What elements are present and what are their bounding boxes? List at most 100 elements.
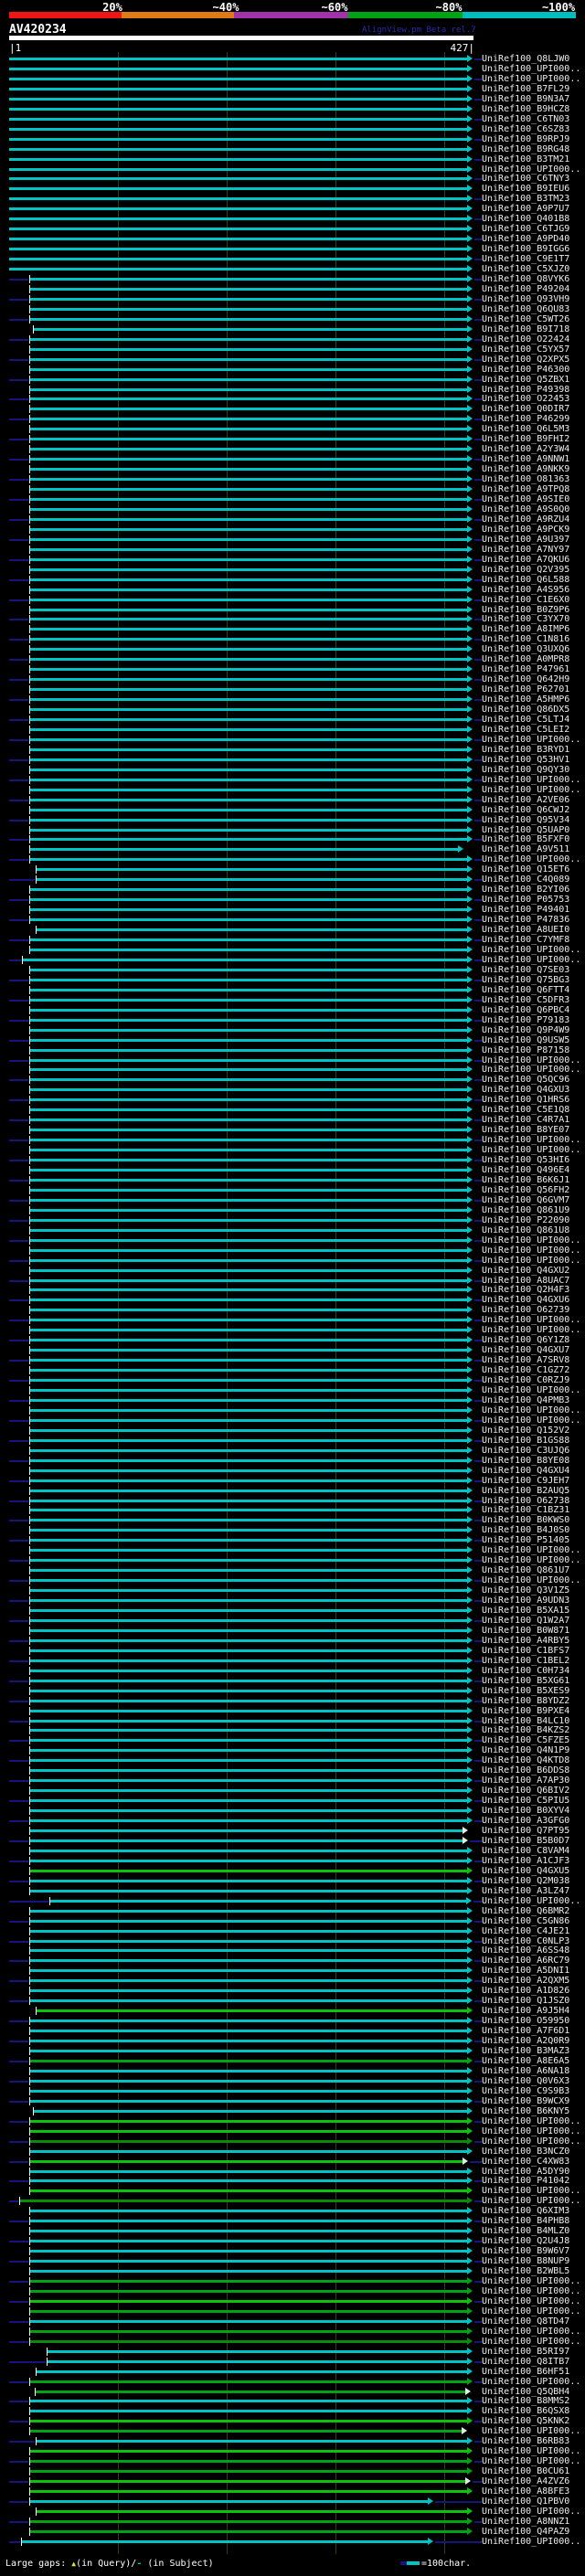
- hit-row[interactable]: UniRef100_UPI000..: [0, 2126, 585, 2136]
- hit-row[interactable]: UniRef100_A1CJF3: [0, 1856, 585, 1866]
- hit-row[interactable]: UniRef100_Q5UAP0: [0, 825, 585, 835]
- hit-row[interactable]: UniRef100_Q401B8: [0, 214, 585, 224]
- hit-row[interactable]: UniRef100_B6DDS8: [0, 1765, 585, 1776]
- hit-row[interactable]: UniRef100_B4LC10: [0, 1716, 585, 1726]
- hit-row[interactable]: UniRef100_B9IEU6: [0, 184, 585, 194]
- hit-row[interactable]: UniRef100_B6HF51: [0, 2367, 585, 2377]
- hit-row[interactable]: UniRef100_UPI000..: [0, 1065, 585, 1075]
- hit-row[interactable]: UniRef100_A1D826: [0, 1986, 585, 1996]
- hit-row[interactable]: UniRef100_C6SZ83: [0, 124, 585, 134]
- hit-row[interactable]: UniRef100_A4ZVZ6: [0, 2476, 585, 2486]
- hit-row[interactable]: UniRef100_UPI000..: [0, 2507, 585, 2517]
- hit-row[interactable]: UniRef100_UPI000..: [0, 1555, 585, 1565]
- hit-row[interactable]: UniRef100_Q9USW5: [0, 1035, 585, 1045]
- hit-row[interactable]: UniRef100_B4KZS2: [0, 1725, 585, 1735]
- hit-row[interactable]: UniRef100_UPI000..: [0, 1405, 585, 1415]
- hit-row[interactable]: UniRef100_A6NA18: [0, 2066, 585, 2076]
- hit-row[interactable]: UniRef100_A9RZU4: [0, 514, 585, 525]
- hit-row[interactable]: UniRef100_P79183: [0, 1015, 585, 1025]
- hit-row[interactable]: UniRef100_UPI000..: [0, 1256, 585, 1266]
- hit-row[interactable]: UniRef100_C3YX70: [0, 614, 585, 624]
- hit-row[interactable]: UniRef100_Q4GXU3: [0, 1085, 585, 1095]
- hit-row[interactable]: UniRef100_B0KWS0: [0, 1515, 585, 1525]
- hit-row[interactable]: UniRef100_P22090: [0, 1215, 585, 1225]
- hit-row[interactable]: UniRef100_C6TJG9: [0, 224, 585, 234]
- hit-row[interactable]: UniRef100_C5DFR3: [0, 995, 585, 1005]
- hit-row[interactable]: UniRef100_A5DNI1: [0, 1966, 585, 1976]
- hit-row[interactable]: UniRef100_Q6FTT4: [0, 985, 585, 995]
- hit-row[interactable]: UniRef100_A9U397: [0, 535, 585, 545]
- hit-row[interactable]: UniRef100_O62739: [0, 1305, 585, 1315]
- hit-row[interactable]: UniRef100_Q7SE03: [0, 965, 585, 975]
- hit-row[interactable]: UniRef100_C3UJQ6: [0, 1446, 585, 1456]
- hit-row[interactable]: UniRef100_Q6XIM3: [0, 2206, 585, 2216]
- hit-row[interactable]: UniRef100_Q642H9: [0, 674, 585, 684]
- hit-row[interactable]: UniRef100_O59950: [0, 2016, 585, 2026]
- hit-row[interactable]: UniRef100_P51405: [0, 1535, 585, 1545]
- hit-row[interactable]: UniRef100_B2AUQ5: [0, 1486, 585, 1496]
- hit-row[interactable]: UniRef100_C5XJZ0: [0, 264, 585, 274]
- hit-row[interactable]: UniRef100_B0Z9P6: [0, 605, 585, 615]
- hit-row[interactable]: UniRef100_B3MAZ3: [0, 2046, 585, 2056]
- hit-row[interactable]: UniRef100_C0NLP3: [0, 1936, 585, 1946]
- hit-row[interactable]: UniRef100_Q6L588: [0, 575, 585, 585]
- hit-row[interactable]: UniRef100_C9E1T7: [0, 254, 585, 264]
- hit-row[interactable]: UniRef100_B9RPJ9: [0, 134, 585, 144]
- hit-row[interactable]: UniRef100_UPI000..: [0, 2186, 585, 2196]
- hit-row[interactable]: UniRef100_UPI000..: [0, 945, 585, 955]
- hit-row[interactable]: UniRef100_Q95V34: [0, 815, 585, 825]
- hit-row[interactable]: UniRef100_Q4PMB3: [0, 1395, 585, 1405]
- hit-row[interactable]: UniRef100_C0H734: [0, 1666, 585, 1676]
- hit-row[interactable]: UniRef100_C4Q089: [0, 875, 585, 885]
- hit-row[interactable]: UniRef100_Q1W2A7: [0, 1616, 585, 1626]
- hit-row[interactable]: UniRef100_UPI000..: [0, 2377, 585, 2387]
- hit-row[interactable]: UniRef100_UPI000..: [0, 74, 585, 84]
- hit-row[interactable]: UniRef100_C0RZJ9: [0, 1375, 585, 1385]
- hit-row[interactable]: UniRef100_Q6QU83: [0, 304, 585, 314]
- hit-row[interactable]: UniRef100_A7AP30: [0, 1776, 585, 1786]
- hit-row[interactable]: UniRef100_B0XYV4: [0, 1806, 585, 1816]
- hit-row[interactable]: UniRef100_UPI000..: [0, 1246, 585, 1256]
- hit-row[interactable]: UniRef100_B5FXF0: [0, 834, 585, 844]
- hit-row[interactable]: UniRef100_A8IMP6: [0, 624, 585, 634]
- hit-row[interactable]: UniRef100_Q6Y1Z8: [0, 1335, 585, 1345]
- hit-row[interactable]: UniRef100_B5XES9: [0, 1686, 585, 1696]
- hit-row[interactable]: UniRef100_C9JEH7: [0, 1476, 585, 1486]
- hit-row[interactable]: UniRef100_Q2V395: [0, 565, 585, 575]
- hit-row[interactable]: UniRef100_O22453: [0, 394, 585, 404]
- hit-row[interactable]: UniRef100_B9RG48: [0, 144, 585, 154]
- hit-row[interactable]: UniRef100_A8BFE3: [0, 2486, 585, 2496]
- hit-row[interactable]: UniRef100_B1GS88: [0, 1436, 585, 1446]
- hit-row[interactable]: UniRef100_O62738: [0, 1496, 585, 1506]
- hit-row[interactable]: UniRef100_P87158: [0, 1045, 585, 1055]
- hit-row[interactable]: UniRef100_Q7PT95: [0, 1826, 585, 1836]
- hit-row[interactable]: UniRef100_C4R7A1: [0, 1115, 585, 1125]
- hit-row[interactable]: UniRef100_UPI000..: [0, 1545, 585, 1555]
- hit-row[interactable]: UniRef100_Q9QY30: [0, 765, 585, 775]
- hit-row[interactable]: UniRef100_Q6GVM7: [0, 1195, 585, 1205]
- hit-row[interactable]: UniRef100_Q5KNK2: [0, 2416, 585, 2426]
- hit-row[interactable]: UniRef100_P49401: [0, 905, 585, 915]
- hit-row[interactable]: UniRef100_C1BZ31: [0, 1505, 585, 1515]
- hit-row[interactable]: UniRef100_B9HCZ8: [0, 104, 585, 114]
- hit-row[interactable]: UniRef100_A9NKK9: [0, 464, 585, 474]
- hit-row[interactable]: UniRef100_B6K6J1: [0, 1175, 585, 1185]
- hit-row[interactable]: UniRef100_C1BFS7: [0, 1646, 585, 1656]
- hit-row[interactable]: UniRef100_UPI000..: [0, 164, 585, 175]
- hit-row[interactable]: UniRef100_B3NCZ0: [0, 2147, 585, 2157]
- hit-row[interactable]: UniRef100_C5FZE5: [0, 1735, 585, 1745]
- hit-row[interactable]: UniRef100_C5PIU5: [0, 1796, 585, 1806]
- hit-row[interactable]: UniRef100_B5B0D7: [0, 1836, 585, 1846]
- hit-row[interactable]: UniRef100_O81363: [0, 474, 585, 484]
- hit-row[interactable]: UniRef100_Q2M038: [0, 1876, 585, 1886]
- hit-row[interactable]: UniRef100_A9P7U7: [0, 204, 585, 214]
- hit-row[interactable]: UniRef100_C7YMF8: [0, 935, 585, 945]
- hit-row[interactable]: UniRef100_Q6L5M3: [0, 424, 585, 434]
- hit-row[interactable]: UniRef100_Q861U7: [0, 1565, 585, 1575]
- hit-row[interactable]: UniRef100_A4RBY5: [0, 1636, 585, 1646]
- hit-row[interactable]: UniRef100_A4S956: [0, 585, 585, 595]
- hit-row[interactable]: UniRef100_B0W871: [0, 1626, 585, 1636]
- hit-row[interactable]: UniRef100_UPI000..: [0, 785, 585, 795]
- hit-row[interactable]: UniRef100_B9WCX9: [0, 2096, 585, 2106]
- hit-row[interactable]: UniRef100_Q56FH2: [0, 1185, 585, 1195]
